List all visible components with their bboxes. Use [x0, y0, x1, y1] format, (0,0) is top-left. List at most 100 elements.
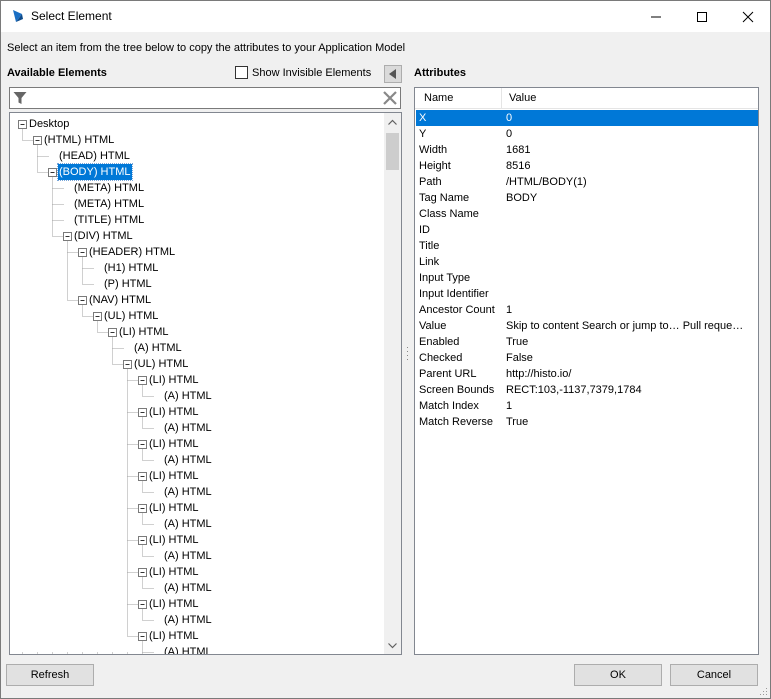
tree-node[interactable]: (A) HTML [163, 484, 213, 500]
refresh-button[interactable]: Refresh [6, 664, 94, 686]
attribute-name: Input Identifier [419, 288, 489, 300]
attribute-row[interactable]: Input Identifier [416, 286, 758, 302]
tree-node[interactable]: (LI) HTML [148, 564, 200, 580]
attribute-row[interactable]: Screen Bounds RECT:103,-1137,7379,1784 [416, 382, 758, 398]
clear-filter-icon[interactable] [383, 91, 397, 105]
collapse-toggle-icon[interactable] [93, 312, 102, 321]
collapse-toggle-icon[interactable] [63, 232, 72, 241]
attribute-row[interactable]: Height 8516 [416, 158, 758, 174]
tree-node[interactable]: (A) HTML [133, 340, 183, 356]
collapse-toggle-icon[interactable] [18, 120, 27, 129]
tree-node[interactable]: (BODY) HTML [57, 163, 133, 181]
collapse-toggle-icon[interactable] [123, 360, 132, 369]
element-tree[interactable]: Desktop (HTML) HTML (HEAD) HTML (BODY) HTML… [9, 112, 402, 655]
collapse-toggle-icon[interactable] [138, 632, 147, 641]
checkbox-box[interactable] [235, 66, 248, 79]
close-icon [742, 11, 754, 22]
collapse-toggle-icon[interactable] [138, 504, 147, 513]
tree-vertical-scrollbar[interactable] [384, 113, 401, 654]
tree-node[interactable]: (TITLE) HTML [73, 212, 145, 228]
attribute-row[interactable]: Input Type [416, 270, 758, 286]
tree-node[interactable]: (LI) HTML [148, 404, 200, 420]
tree-node[interactable]: (HTML) HTML [43, 132, 115, 148]
attribute-row[interactable]: Value Skip to content Search or jump to… … [416, 318, 758, 334]
tree-node[interactable]: (A) HTML [163, 420, 213, 436]
collapse-toggle-icon[interactable] [78, 248, 87, 257]
collapse-toggle-icon[interactable] [108, 328, 117, 337]
attribute-row[interactable]: Enabled True [416, 334, 758, 350]
tree-node[interactable]: (UL) HTML [133, 356, 189, 372]
tree-node[interactable]: (LI) HTML [148, 372, 200, 388]
scroll-up-button[interactable] [384, 113, 401, 130]
collapse-toggle-icon[interactable] [138, 376, 147, 385]
attribute-row[interactable]: ID [416, 222, 758, 238]
tree-node[interactable]: (HEADER) HTML [88, 244, 176, 260]
tree-node[interactable]: (A) HTML [163, 580, 213, 596]
tree-node[interactable]: (LI) HTML [118, 324, 170, 340]
collapse-toggle-icon[interactable] [78, 296, 87, 305]
collapse-toggle-icon[interactable] [138, 440, 147, 449]
name-column-header[interactable]: Name [424, 88, 453, 109]
resize-grip-icon[interactable] [758, 686, 768, 696]
minimize-button[interactable] [633, 1, 679, 32]
available-elements-heading: Available Elements [7, 67, 107, 79]
show-invisible-elements-checkbox[interactable]: Show Invisible Elements [235, 66, 371, 79]
value-column-header[interactable]: Value [509, 88, 536, 109]
attribute-row[interactable]: X0 [416, 110, 758, 126]
collapse-toggle-icon[interactable] [48, 168, 57, 177]
tree-node[interactable]: (LI) HTML [148, 468, 200, 484]
attribute-value: 1 [506, 304, 513, 316]
attribute-row[interactable]: Checked False [416, 350, 758, 366]
collapse-toggle-icon[interactable] [138, 472, 147, 481]
close-button[interactable] [725, 1, 771, 32]
tree-node[interactable]: (NAV) HTML [88, 292, 152, 308]
tree-node[interactable]: (LI) HTML [148, 628, 200, 644]
tree-node[interactable]: Desktop [28, 116, 70, 132]
attribute-row[interactable]: Ancestor Count 1 [416, 302, 758, 318]
tree-node[interactable]: (A) HTML [163, 452, 213, 468]
filter-input[interactable] [9, 87, 401, 109]
scroll-thumb[interactable] [386, 133, 399, 170]
attribute-row[interactable]: Path/HTML/BODY(1) [416, 174, 758, 190]
tree-node[interactable]: (A) HTML [163, 644, 213, 654]
tree-node[interactable]: (A) HTML [163, 516, 213, 532]
collapse-toggle-icon[interactable] [138, 600, 147, 609]
attributes-list[interactable]: Name Value X 0 Y 0 Width 1681 Height 8516 Path/H… [414, 87, 759, 655]
tree-node[interactable]: (LI) HTML [148, 532, 200, 548]
tree-node[interactable]: (A) HTML [163, 388, 213, 404]
attribute-row[interactable]: Link [416, 254, 758, 270]
splitter-grip-icon[interactable] [406, 346, 409, 360]
tree-node[interactable]: (H1) HTML [103, 260, 159, 276]
scroll-down-button[interactable] [384, 637, 401, 654]
tree-node[interactable]: (P) HTML [103, 276, 153, 292]
collapse-toggle-icon[interactable] [138, 568, 147, 577]
attribute-row[interactable]: Match Reverse True [416, 414, 758, 430]
ok-button[interactable]: OK [574, 664, 662, 686]
tree-node[interactable]: (LI) HTML [148, 500, 200, 516]
attribute-row[interactable]: Y0 [416, 126, 758, 142]
tree-node[interactable]: (META) HTML [73, 196, 145, 212]
collapse-toggle-icon[interactable] [138, 408, 147, 417]
collapse-toggle-icon[interactable] [33, 136, 42, 145]
cancel-button[interactable]: Cancel [670, 664, 758, 686]
collapse-panel-button[interactable] [384, 65, 402, 83]
attribute-row[interactable]: Match Index 1 [416, 398, 758, 414]
attribute-row[interactable]: Width 1681 [416, 142, 758, 158]
tree-node[interactable]: (HEAD) HTML [58, 148, 131, 164]
tree-node[interactable]: (META) HTML [73, 180, 145, 196]
tree-node[interactable]: (A) HTML [163, 548, 213, 564]
collapse-toggle-icon[interactable] [138, 536, 147, 545]
title-bar[interactable]: Select Element [1, 1, 770, 32]
maximize-button[interactable] [679, 1, 725, 32]
tree-node[interactable]: (DIV) HTML [73, 228, 134, 244]
tree-node[interactable]: (LI) HTML [148, 436, 200, 452]
attribute-row[interactable]: Title [416, 238, 758, 254]
tree-node[interactable]: (LI) HTML [148, 596, 200, 612]
attribute-row[interactable]: Parent URL http://histo.io/ [416, 366, 758, 382]
tree-node[interactable]: (A) HTML [163, 612, 213, 628]
attribute-row[interactable]: Class Name [416, 206, 758, 222]
attribute-row[interactable]: Tag Name BODY [416, 190, 758, 206]
column-separator[interactable] [501, 88, 502, 109]
filter-icon [13, 92, 27, 104]
tree-node[interactable]: (UL) HTML [103, 308, 159, 324]
